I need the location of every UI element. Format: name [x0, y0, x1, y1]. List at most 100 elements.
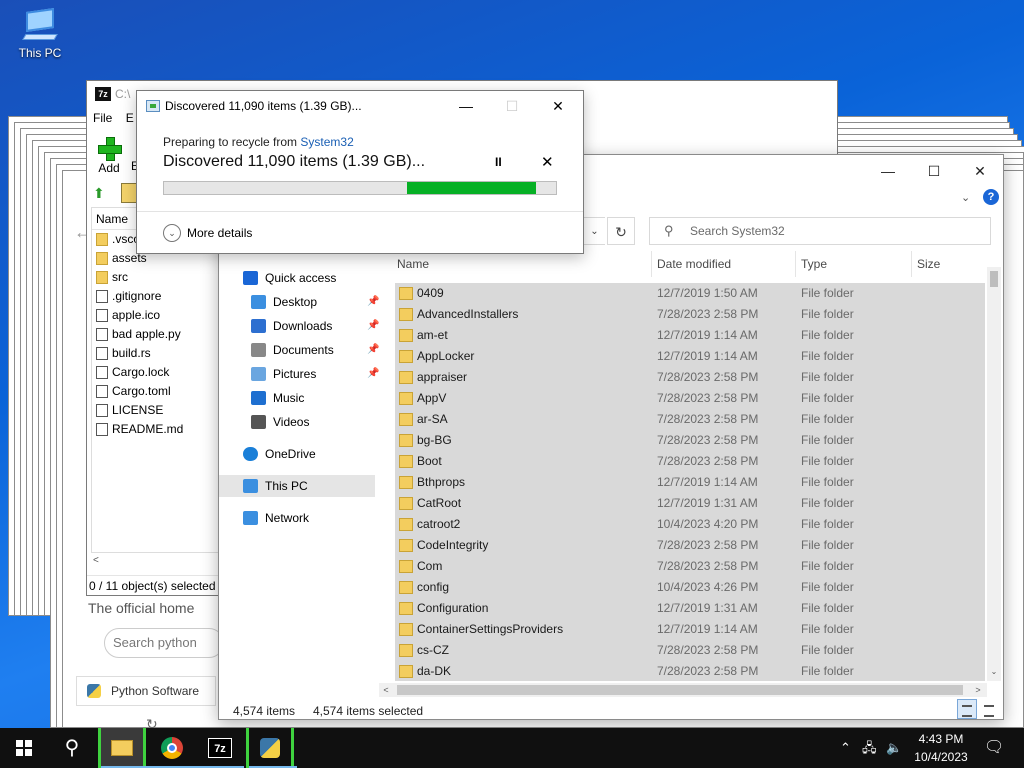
nav-item-this-pc[interactable]: This PC [219, 475, 375, 497]
list-item[interactable]: README.md [92, 420, 220, 439]
list-item[interactable]: Cargo.toml [92, 382, 220, 401]
row-date-modified: 7/28/2023 2:58 PM [657, 538, 759, 552]
details-view-icon[interactable] [957, 699, 977, 719]
table-row[interactable]: 0409 12/7/2019 1:50 AM File folder [395, 283, 985, 304]
taskbar-7zip[interactable]: 7z [196, 728, 244, 768]
search-button[interactable]: ⚲ [48, 728, 96, 768]
pin-icon[interactable]: 📌 [367, 291, 379, 313]
table-row[interactable]: Configuration 12/7/2019 1:31 AM File folde… [395, 598, 985, 619]
close-button[interactable]: ✕ [535, 91, 581, 121]
list-item[interactable]: Cargo.lock [92, 363, 220, 382]
table-row[interactable]: CatRoot 12/7/2019 1:31 AM File folder [395, 493, 985, 514]
file-icon [96, 385, 108, 398]
videos-icon [251, 415, 266, 429]
row-date-modified: 12/7/2019 1:14 AM [657, 328, 758, 342]
vertical-scrollbar[interactable]: ⌄ [987, 267, 1001, 681]
folder-icon [399, 308, 413, 321]
column-header-name[interactable]: Name [393, 251, 651, 277]
folder-icon [399, 539, 413, 552]
table-row[interactable]: AppV 7/28/2023 2:58 PM File folder [395, 388, 985, 409]
network-icon[interactable]: 🖧 [862, 728, 877, 768]
list-item[interactable]: bad apple.py [92, 325, 220, 344]
help-icon[interactable]: ? [983, 189, 999, 205]
browser-tab[interactable]: Python Software [76, 676, 216, 706]
scroll-left-icon[interactable]: < [93, 555, 99, 566]
table-row[interactable]: appraiser 7/28/2023 2:58 PM File folder [395, 367, 985, 388]
more-details-button[interactable]: ⌄ More details [163, 223, 252, 243]
cancel-icon[interactable]: ✕ [541, 153, 554, 171]
7zip-horizontal-scrollbar[interactable]: < [91, 555, 221, 571]
show-hidden-icons[interactable]: ⌃ [840, 728, 851, 768]
nav-item-pictures[interactable]: Pictures 📌 [251, 363, 379, 385]
nav-item-music[interactable]: Music [251, 387, 375, 409]
taskbar-python-setup[interactable] [246, 728, 297, 768]
table-row[interactable]: Boot 7/28/2023 2:58 PM File folder [395, 451, 985, 472]
list-item[interactable]: src [92, 268, 220, 287]
horizontal-scrollbar[interactable]: < > [379, 683, 987, 697]
minimize-button[interactable]: — [443, 91, 489, 121]
nav-item-quick-access[interactable]: Quick access [243, 267, 375, 289]
address-dropdown-icon[interactable]: ⌄ [583, 217, 605, 245]
nav-item-documents[interactable]: Documents 📌 [251, 339, 379, 361]
column-header-type[interactable]: Type [797, 251, 911, 277]
close-button[interactable]: ✕ [957, 155, 1003, 187]
nav-item-downloads[interactable]: Downloads 📌 [251, 315, 379, 337]
refresh-icon[interactable]: ↻ [607, 217, 635, 245]
table-row[interactable]: ar-SA 7/28/2023 2:58 PM File folder [395, 409, 985, 430]
menu-file[interactable]: File [93, 111, 112, 125]
table-row[interactable]: AdvancedInstallers 7/28/2023 2:58 PM File … [395, 304, 985, 325]
search-input[interactable]: ⚲ Search System32 [649, 217, 991, 245]
clock[interactable]: 4:43 PM 10/4/2023 [904, 730, 978, 766]
menu-edit[interactable]: E [126, 111, 134, 125]
table-row[interactable]: config 10/4/2023 4:26 PM File folder [395, 577, 985, 598]
taskbar-chrome[interactable] [148, 728, 196, 768]
table-row[interactable]: da-DK 7/28/2023 2:58 PM File folder [395, 661, 985, 681]
notification-icon[interactable]: 🗨 [984, 728, 1004, 768]
maximize-button[interactable]: ☐ [911, 155, 957, 187]
pin-icon[interactable]: 📌 [367, 363, 379, 385]
minimize-button[interactable]: — [865, 155, 911, 187]
folder-icon [399, 644, 413, 657]
7zip-icon: 7z [95, 87, 111, 101]
table-row[interactable]: catroot2 10/4/2023 4:20 PM File folder [395, 514, 985, 535]
scroll-down-icon[interactable]: ⌄ [987, 667, 1001, 676]
table-row[interactable]: AppLocker 12/7/2019 1:14 AM File folder [395, 346, 985, 367]
table-row[interactable]: Com 7/28/2023 2:58 PM File folder [395, 556, 985, 577]
browser-search-box[interactable]: Search python [104, 628, 224, 658]
scroll-thumb[interactable] [397, 685, 963, 695]
large-icons-view-icon[interactable] [979, 699, 999, 719]
clock-date: 10/4/2023 [914, 750, 968, 764]
scroll-left-icon[interactable]: < [379, 683, 393, 697]
column-header-date-modified[interactable]: Date modified [653, 251, 795, 277]
table-row[interactable]: cs-CZ 7/28/2023 2:58 PM File folder [395, 640, 985, 661]
volume-muted-icon[interactable]: 🔈 [886, 728, 902, 768]
table-row[interactable]: bg-BG 7/28/2023 2:58 PM File folder [395, 430, 985, 451]
list-item[interactable]: build.rs [92, 344, 220, 363]
nav-item-desktop[interactable]: Desktop 📌 [251, 291, 379, 313]
divider [137, 211, 583, 212]
pin-icon[interactable]: 📌 [367, 315, 379, 337]
list-item[interactable]: apple.ico [92, 306, 220, 325]
source-folder-link[interactable]: System32 [300, 135, 353, 149]
nav-item-network[interactable]: Network [243, 507, 375, 529]
scroll-thumb[interactable] [990, 271, 998, 287]
pin-icon[interactable]: 📌 [367, 339, 379, 361]
list-item[interactable]: .gitignore [92, 287, 220, 306]
desktop-icon-this-pc[interactable]: This PC [8, 8, 72, 60]
table-row[interactable]: Bthprops 12/7/2019 1:14 AM File folder [395, 472, 985, 493]
row-type: File folder [801, 454, 854, 468]
add-button[interactable]: Add [95, 137, 123, 175]
taskbar-file-explorer[interactable] [98, 728, 149, 768]
nav-item-onedrive[interactable]: OneDrive [243, 443, 375, 465]
table-row[interactable]: CodeIntegrity 7/28/2023 2:58 PM File folde… [395, 535, 985, 556]
column-header-size[interactable]: Size [913, 251, 983, 277]
start-button[interactable] [0, 728, 48, 768]
table-row[interactable]: am-et 12/7/2019 1:14 AM File folder [395, 325, 985, 346]
list-item[interactable]: LICENSE [92, 401, 220, 420]
pause-icon[interactable]: II [495, 155, 509, 169]
scroll-right-icon[interactable]: > [971, 683, 985, 697]
nav-item-videos[interactable]: Videos [251, 411, 375, 433]
up-folder-icon[interactable]: ⬆ [93, 185, 109, 201]
table-row[interactable]: ContainerSettingsProviders 12/7/2019 1:14… [395, 619, 985, 640]
expand-ribbon-icon[interactable]: ⌄ [961, 191, 970, 204]
